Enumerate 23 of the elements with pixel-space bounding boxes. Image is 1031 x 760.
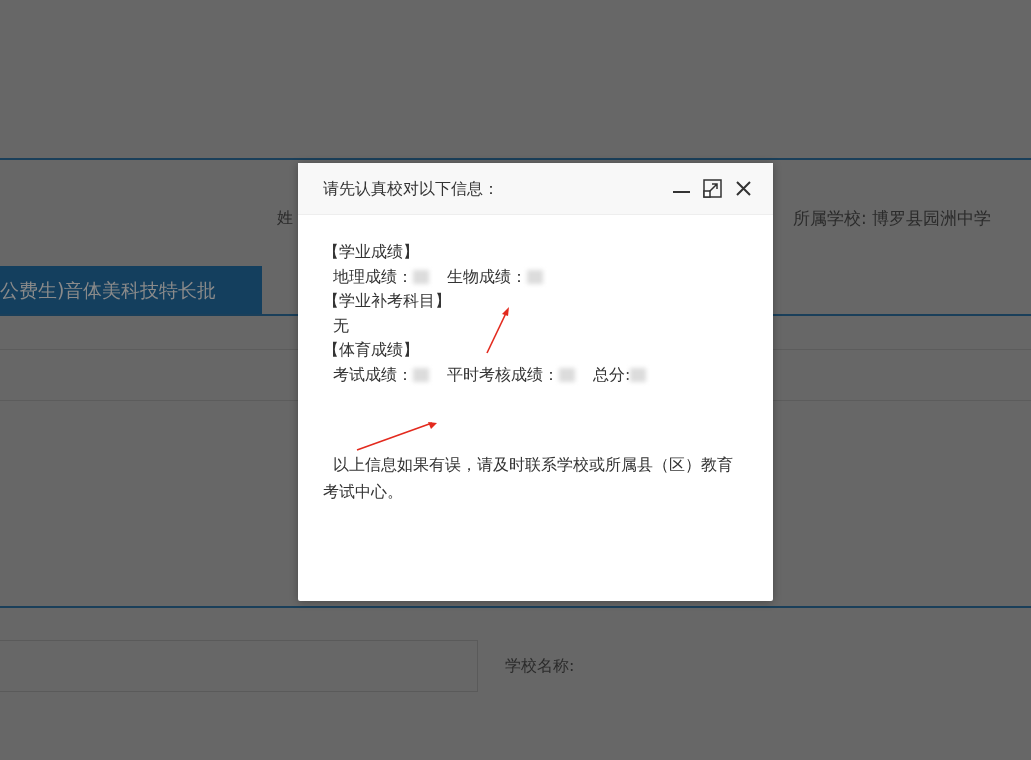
section-heading: 【体育成绩】: [323, 339, 419, 361]
close-icon[interactable]: [734, 179, 753, 198]
field-label: 考试成绩：: [333, 363, 413, 386]
section-heading: 【学业补考科目】: [323, 290, 451, 312]
field-label: 学校名称:: [505, 655, 575, 677]
field-value: 无: [333, 314, 349, 337]
field-label: 地理成绩：: [333, 265, 413, 288]
maximize-icon[interactable]: [703, 179, 722, 198]
field-label: 姓: [277, 207, 293, 229]
blurred-value: [413, 269, 429, 284]
school-label: 所属学校: 博罗县园洲中学: [793, 207, 992, 230]
field-label: 平时考核成绩：: [447, 363, 559, 386]
dialog-title: 请先认真校对以下信息：: [323, 177, 499, 200]
blurred-value: [413, 367, 429, 382]
field-label: 生物成绩：: [447, 265, 527, 288]
field-label: 总分:: [593, 363, 631, 386]
section-heading: 【学业成绩】: [323, 241, 419, 263]
annotation-arrow: [485, 305, 511, 355]
blurred-value: [559, 367, 575, 382]
blurred-value: [630, 367, 647, 382]
blurred-value: [527, 269, 543, 284]
notice-text: 以上信息如果有误，请及时联系学校或所属县（区）教育考试中心。: [323, 454, 734, 503]
tab[interactable]: 公费生)音体美科技特长批: [0, 266, 262, 314]
